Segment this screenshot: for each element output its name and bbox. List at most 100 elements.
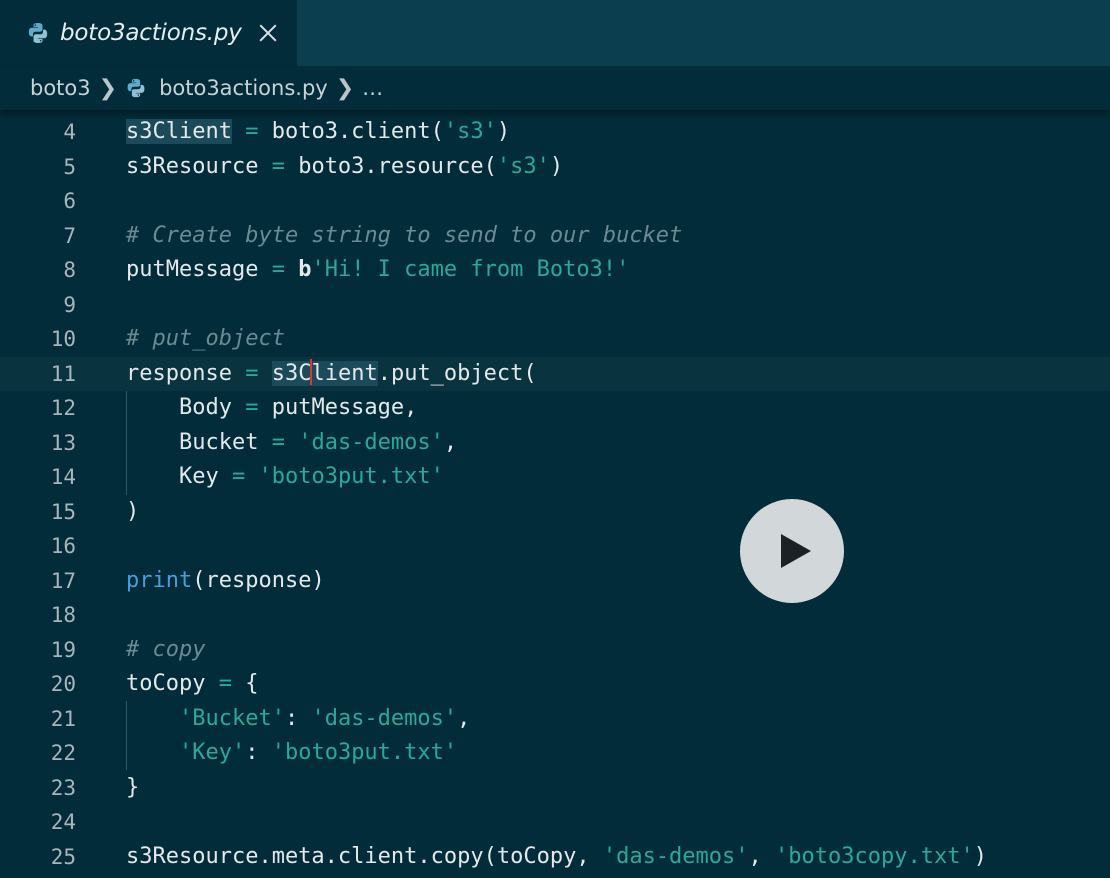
line-number: 4 [63, 120, 76, 144]
code-line[interactable]: 19 # copy [0, 633, 1110, 668]
line-number: 10 [50, 327, 76, 351]
line-number: 11 [50, 361, 76, 386]
line-number: 23 [50, 775, 76, 800]
code-line[interactable]: 25 s3Resource.meta.client.copy(toCopy, 'd… [0, 840, 1110, 875]
code-token: 'boto3put.txt' [271, 740, 458, 765]
code-text: toCopy = { [126, 667, 258, 702]
code-token: = [245, 360, 259, 386]
code-line[interactable]: 16 [0, 529, 1110, 564]
code-token: Key [126, 464, 232, 489]
breadcrumb: boto3 ❯ boto3actions.py ❯ … [0, 66, 1110, 110]
code-token: 'boto3put.txt' [258, 464, 444, 489]
breadcrumb-root[interactable]: boto3 [30, 76, 91, 100]
code-token: ) [973, 843, 987, 869]
code-token: = [271, 153, 285, 179]
code-token: s3Resource.meta.client.copy(toCopy, [126, 843, 603, 869]
code-line[interactable]: 7 # Create byte string to send to our buc… [0, 219, 1110, 254]
breadcrumb-more[interactable]: … [362, 76, 383, 100]
tab-bar: boto3actions.py [0, 0, 1110, 66]
code-token: boto3.client( [258, 119, 444, 144]
code-line[interactable]: 11 response = s3Client.put_object( [0, 356, 1110, 392]
play-icon [781, 534, 811, 568]
code-line[interactable]: 15) [0, 495, 1110, 530]
code-token: 'Key' [178, 740, 246, 765]
code-line[interactable]: 20 toCopy = { [0, 667, 1110, 702]
play-button[interactable] [740, 499, 844, 603]
code-token: 's3' [443, 119, 497, 144]
code-line[interactable]: 9 [0, 288, 1110, 323]
code-line[interactable]: 10 # put_object [0, 322, 1110, 357]
line-number: 7 [63, 223, 76, 248]
code-text: # copy [126, 633, 205, 668]
breadcrumb-file[interactable]: boto3actions.py [159, 76, 328, 100]
close-icon[interactable] [258, 23, 278, 43]
code-token: = [271, 257, 285, 282]
line-number: 9 [63, 292, 76, 317]
code-text: Bucket = 'das-demos', [126, 426, 457, 461]
code-line[interactable]: 4 s3Client = boto3.client('s3') [0, 115, 1110, 150]
code-line[interactable]: 8 putMessage = b'Hi! I came from Boto3!' [0, 253, 1110, 288]
code-token: print [126, 567, 193, 593]
code-text: } [126, 771, 139, 806]
code-line[interactable]: 24 [0, 805, 1110, 840]
code-line[interactable]: 12 Body = putMessage, [0, 391, 1110, 426]
line-number: 14 [50, 465, 76, 489]
code-text: # Create byte string to send to our buck… [126, 219, 682, 254]
code-token: = [271, 429, 285, 455]
code-text: Key = 'boto3put.txt' [126, 460, 444, 495]
line-number: 15 [50, 499, 76, 524]
code-token: ) [496, 119, 511, 144]
line-number: 13 [50, 430, 76, 455]
code-token: = [231, 464, 246, 489]
code-text: response = s3Client.put_object( [126, 357, 537, 392]
line-number: 22 [50, 741, 76, 765]
code-text: 'Bucket': 'das-demos', [126, 702, 470, 737]
line-number: 18 [50, 603, 76, 627]
editor-area[interactable]: 4 s3Client = boto3.client('s3') 5 s3Resourc… [0, 110, 1110, 878]
line-number: 25 [50, 844, 76, 869]
code-token: 'Hi! I came from Boto3!' [311, 257, 630, 282]
code-line[interactable]: 23} [0, 771, 1110, 806]
code-token: 'Bucket' [178, 705, 285, 731]
code-token: response [126, 360, 246, 386]
python-file-icon [127, 78, 145, 98]
line-number: 20 [50, 672, 76, 696]
code-token: { [231, 671, 259, 696]
code-token: : [245, 740, 272, 765]
code-token: # copy [126, 636, 206, 662]
code-token: , [748, 843, 776, 869]
line-number: 19 [50, 637, 76, 662]
code-text: s3Resource = boto3.resource('s3') [126, 150, 563, 185]
code-token: Bucket [126, 429, 272, 455]
code-text: putMessage = b'Hi! I came from Boto3!' [126, 253, 629, 288]
line-number: 24 [50, 810, 76, 834]
code-line[interactable]: 14 Key = 'boto3put.txt' [0, 460, 1110, 495]
code-line[interactable]: 13 Bucket = 'das-demos', [0, 426, 1110, 461]
code-line[interactable]: 5 s3Resource = boto3.resource('s3') [0, 150, 1110, 185]
tab-label: boto3actions.py [60, 20, 242, 46]
code-token: lient [311, 360, 378, 386]
line-number: 12 [50, 396, 76, 420]
code-line[interactable]: 18 [0, 598, 1110, 633]
code-line[interactable]: 6 [0, 184, 1110, 219]
code-token: (response) [192, 567, 325, 593]
code-line[interactable]: 22 'Key': 'boto3put.txt' [0, 736, 1110, 771]
code-text: s3Client = boto3.client('s3') [126, 115, 510, 150]
tab-boto3actions[interactable]: boto3actions.py [0, 0, 297, 66]
code-token: , [443, 429, 458, 455]
code-token: boto3.resource( [284, 153, 497, 179]
code-token: # Create byte string to send to our buck… [126, 222, 683, 248]
code-line[interactable]: 21 'Bucket': 'das-demos', [0, 702, 1110, 737]
code-line[interactable]: 17 print(response) [0, 564, 1110, 599]
code-text: 'Key': 'boto3put.txt' [126, 736, 457, 771]
code-token: toCopy [126, 671, 219, 696]
code-token: ) [126, 498, 140, 524]
code-token: , [457, 705, 471, 731]
